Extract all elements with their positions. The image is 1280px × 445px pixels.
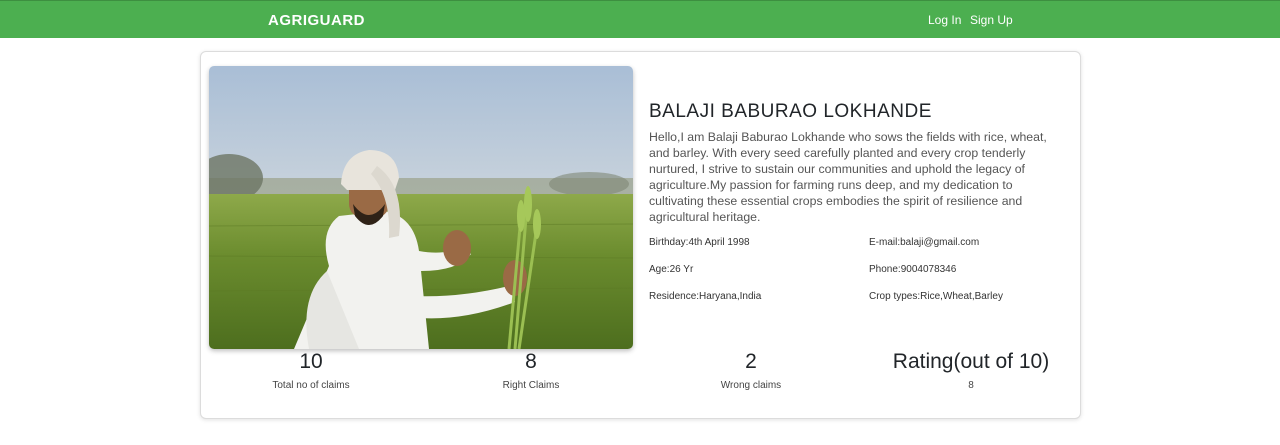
crop-types-field: Crop types:Rice,Wheat,Barley [869,291,1003,302]
farmer-photo [209,66,633,349]
stat-label: 8 [968,380,974,391]
stat-value: 2 [745,350,757,373]
stat-value: Rating(out of 10) [892,350,1050,373]
stat-rating: Rating(out of 10) 8 [871,349,1071,391]
stat-label: Wrong claims [720,380,782,391]
stat-value: 8 [525,350,537,373]
login-link[interactable]: Log In [928,13,961,27]
stat-label: Right Claims [502,380,560,391]
phone-field: Phone:9004078346 [869,264,957,275]
profile-card: BALAJI BABURAO LOKHANDE Hello,I am Balaj… [200,51,1081,419]
email-field: E-mail:balaji@gmail.com [869,237,980,248]
farmer-bio: Hello,I am Balaji Baburao Lokhande who s… [649,130,1047,224]
stat-total-claims: 10 Total no of claims [211,349,411,391]
residence-field: Residence:Haryana,India [649,291,762,302]
signup-link[interactable]: Sign Up [970,13,1013,27]
stat-wrong-claims: 2 Wrong claims [651,349,851,391]
top-navbar: AGRIGUARD Log In Sign Up [0,0,1280,38]
brand-logo[interactable]: AGRIGUARD [268,12,365,29]
farmer-name: BALAJI BABURAO LOKHANDE [649,101,932,122]
stat-value: 10 [299,350,323,373]
stat-right-claims: 8 Right Claims [431,349,631,391]
stat-label: Total no of claims [272,380,350,391]
age-field: Age:26 Yr [649,264,694,275]
birthday-field: Birthday:4th April 1998 [649,237,750,248]
